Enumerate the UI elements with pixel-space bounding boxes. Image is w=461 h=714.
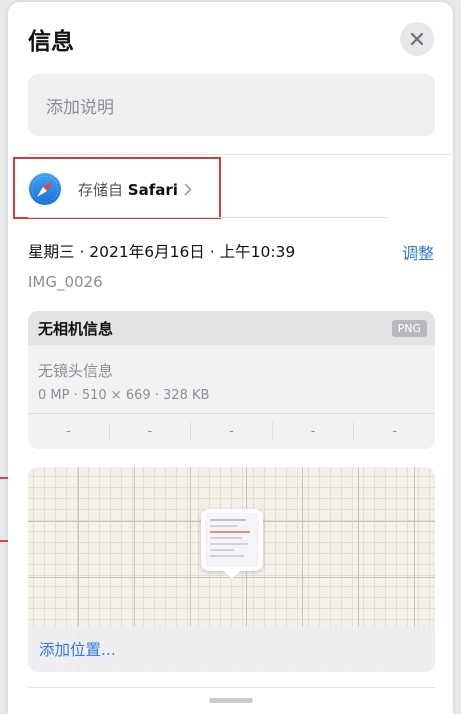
adjust-date-button[interactable]: 调整 — [402, 240, 434, 264]
thumbnail-detail — [210, 525, 238, 527]
thumbnail-detail — [210, 537, 242, 539]
camera-info-title: 无相机信息 — [38, 319, 114, 338]
thumbnail-detail — [210, 519, 246, 521]
thumbnail-detail — [210, 531, 250, 533]
exif-values-row: - - - - - — [28, 414, 435, 449]
photo-thumbnail — [205, 513, 259, 567]
lens-info: 无镜头信息 — [38, 362, 114, 380]
caption-field[interactable]: 添加说明 — [28, 74, 435, 136]
photo-map-pin[interactable] — [201, 509, 263, 579]
exif-header: 无相机信息 PNG — [28, 311, 435, 345]
format-badge: PNG — [391, 319, 427, 337]
divider — [28, 217, 388, 218]
close-icon — [410, 32, 424, 46]
exif-cell: - — [273, 422, 355, 441]
sheet-title: 信息 — [28, 29, 74, 55]
location-map[interactable]: 添加位置... — [28, 467, 435, 672]
source-app-row[interactable]: 存储自 Safari — [28, 164, 192, 214]
source-label: 存储自 Safari — [78, 179, 178, 200]
date-time: 星期三 · 2021年6月16日 · 上午10:39 — [28, 243, 296, 261]
divider — [28, 154, 453, 155]
home-indicator[interactable] — [209, 698, 253, 703]
exif-cell: - — [191, 422, 273, 441]
add-location-button[interactable]: 添加位置... — [28, 626, 435, 672]
exif-cell: - — [28, 422, 110, 441]
source-prefix: 存储自 — [78, 180, 124, 199]
image-specs: 0 MP · 510 × 669 · 328 KB — [38, 388, 210, 403]
exif-cell: - — [392, 424, 398, 439]
exif-cell: - — [110, 422, 192, 441]
thumbnail-detail — [210, 555, 244, 557]
chevron-right-icon — [184, 183, 192, 196]
info-sheet: 信息 添加说明 存储自 Safari 星期三 · 2021年6月16日 · 上午… — [8, 2, 453, 714]
thumbnail-detail — [210, 549, 234, 551]
exif-card: 无相机信息 PNG 无镜头信息 0 MP · 510 × 669 · 328 K… — [28, 311, 435, 449]
file-name: IMG_0026 — [28, 273, 103, 291]
safari-compass-icon — [29, 173, 61, 205]
thumbnail-detail — [210, 543, 248, 545]
close-button[interactable] — [400, 22, 434, 56]
source-app-name: Safari — [127, 180, 178, 199]
divider — [28, 687, 435, 688]
caption-placeholder: 添加说明 — [46, 97, 114, 118]
